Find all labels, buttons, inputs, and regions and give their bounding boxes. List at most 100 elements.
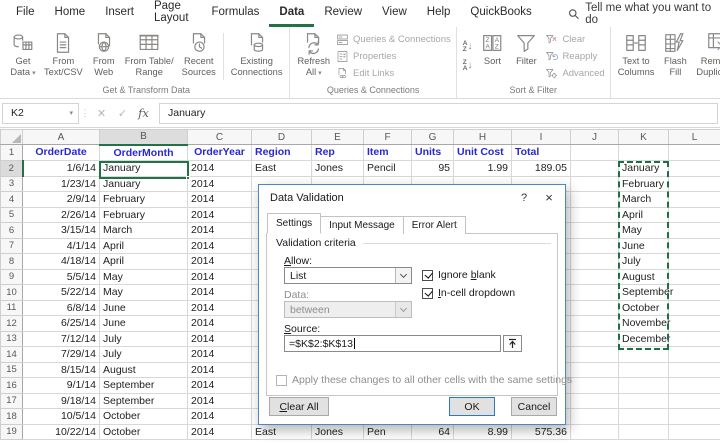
tab-error-alert[interactable]: Error Alert	[402, 216, 466, 234]
cell-B4[interactable]: February	[99, 191, 188, 208]
cell-D2[interactable]: East	[251, 160, 312, 177]
confirm-entry-button[interactable]: ✓	[112, 107, 133, 120]
refresh-all-button[interactable]: Refresh All ▾	[293, 29, 334, 84]
cell-A6[interactable]: 3/15/14	[22, 222, 100, 239]
ignore-blank-checkbox[interactable]: Ignore blank	[422, 269, 496, 281]
active-cell-border[interactable]	[98, 160, 190, 180]
cell-G19[interactable]: 64	[411, 423, 454, 440]
cell-A14[interactable]: 7/29/14	[22, 346, 100, 363]
filter-button[interactable]: Filter	[509, 29, 543, 84]
cell-A16[interactable]: 9/1/14	[22, 377, 100, 394]
cell-F19[interactable]: Pen	[363, 423, 412, 440]
dialog-help-button[interactable]: ?	[511, 185, 537, 210]
cell-A13[interactable]: 7/12/14	[22, 330, 100, 347]
from-text-csv-button[interactable]: From Text/CSV	[40, 29, 87, 84]
cell-C14[interactable]: 2014	[187, 346, 252, 363]
row-header-3[interactable]: 3	[0, 175, 23, 192]
cell-J16[interactable]	[570, 377, 619, 394]
cell-E1[interactable]: Rep	[311, 144, 364, 161]
cell-K18[interactable]	[618, 408, 669, 425]
cell-J19[interactable]	[570, 423, 619, 440]
cell-E2[interactable]: Jones	[311, 160, 364, 177]
cell-L3[interactable]	[668, 175, 720, 192]
cell-L2[interactable]	[668, 160, 720, 177]
menu-tab-page-layout[interactable]: Page Layout	[144, 0, 201, 27]
cell-B1[interactable]: OrderMonth	[99, 144, 188, 161]
cell-L4[interactable]	[668, 191, 720, 208]
row-header-9[interactable]: 9	[0, 268, 23, 285]
chevron-down-icon[interactable]	[395, 268, 411, 283]
cell-E19[interactable]: Jones	[311, 423, 364, 440]
cell-A15[interactable]: 8/15/14	[22, 361, 100, 378]
cell-A2[interactable]: 1/6/14	[22, 160, 100, 177]
cell-L11[interactable]	[668, 299, 720, 316]
cancel-button[interactable]: Cancel	[511, 397, 557, 416]
sort-descending-button[interactable]: Z A ↓	[463, 59, 473, 72]
clear-filter-button[interactable]: Clear	[545, 32, 604, 47]
name-box[interactable]: K2 ▾	[2, 102, 79, 124]
cell-A8[interactable]: 4/18/14	[22, 253, 100, 270]
cell-B12[interactable]: June	[99, 315, 188, 332]
cell-I1[interactable]: Total	[511, 144, 571, 161]
clear-all-button[interactable]: Clear All	[269, 397, 329, 416]
cell-C17[interactable]: 2014	[187, 392, 252, 409]
fill-handle[interactable]	[185, 175, 190, 180]
cell-A18[interactable]: 10/5/14	[22, 408, 100, 425]
column-header-i[interactable]: I	[511, 129, 571, 145]
queries-connections-button[interactable]: Queries & Connections	[336, 32, 451, 47]
edit-links-button[interactable]: Edit Links	[336, 66, 451, 81]
row-header-8[interactable]: 8	[0, 253, 23, 270]
cell-L1[interactable]	[668, 144, 720, 161]
cell-B9[interactable]: May	[99, 268, 188, 285]
row-header-2[interactable]: 2	[0, 160, 24, 177]
tab-input-message[interactable]: Input Message	[320, 216, 404, 234]
row-header-4[interactable]: 4	[0, 191, 23, 208]
cell-J3[interactable]	[570, 175, 619, 192]
cell-C18[interactable]: 2014	[187, 408, 252, 425]
cell-J11[interactable]	[570, 299, 619, 316]
cell-C8[interactable]: 2014	[187, 253, 252, 270]
row-header-7[interactable]: 7	[0, 237, 23, 254]
cell-A1[interactable]: OrderDate	[22, 144, 100, 161]
cell-L6[interactable]	[668, 222, 720, 239]
cell-B7[interactable]: April	[99, 237, 188, 254]
sort-button[interactable]: ZAAZ Sort	[475, 29, 509, 84]
text-to-columns-button[interactable]: Text to Columns	[614, 29, 659, 84]
cell-C19[interactable]: 2014	[187, 423, 252, 440]
insert-function-button[interactable]: fx	[133, 106, 154, 120]
cell-C15[interactable]: 2014	[187, 361, 252, 378]
cell-K15[interactable]	[618, 361, 669, 378]
cell-K17[interactable]	[618, 392, 669, 409]
column-header-a[interactable]: A	[22, 129, 100, 145]
cell-J4[interactable]	[570, 191, 619, 208]
incell-dropdown-checkbox[interactable]: In-cell dropdown	[422, 287, 515, 299]
cell-J13[interactable]	[570, 330, 619, 347]
tab-settings[interactable]: Settings	[267, 213, 322, 234]
cell-J12[interactable]	[570, 315, 619, 332]
cell-H2[interactable]: 1.99	[453, 160, 512, 177]
cell-L8[interactable]	[668, 253, 720, 270]
column-header-h[interactable]: H	[453, 129, 512, 145]
row-header-10[interactable]: 10	[0, 284, 23, 301]
from-web-button[interactable]: From Web	[87, 29, 121, 84]
cell-J8[interactable]	[570, 253, 619, 270]
cell-J7[interactable]	[570, 237, 619, 254]
cell-F2[interactable]: Pencil	[363, 160, 412, 177]
cell-B11[interactable]: June	[99, 299, 188, 316]
cell-B13[interactable]: July	[99, 330, 188, 347]
properties-button[interactable]: Properties	[336, 49, 451, 64]
cell-L17[interactable]	[668, 392, 720, 409]
cell-A11[interactable]: 6/8/14	[22, 299, 100, 316]
column-header-g[interactable]: G	[411, 129, 454, 145]
cell-C3[interactable]: 2014	[187, 175, 252, 192]
cell-J17[interactable]	[570, 392, 619, 409]
cell-I19[interactable]: 575.36	[511, 423, 571, 440]
column-header-d[interactable]: D	[251, 129, 312, 145]
cell-J18[interactable]	[570, 408, 619, 425]
menu-tab-formulas[interactable]: Formulas	[201, 0, 269, 27]
menu-tab-data[interactable]: Data	[269, 0, 315, 27]
cell-B15[interactable]: August	[99, 361, 188, 378]
formula-bar-splitter[interactable]: ⋮	[79, 108, 91, 119]
cell-C6[interactable]: 2014	[187, 222, 252, 239]
row-header-13[interactable]: 13	[0, 330, 23, 347]
